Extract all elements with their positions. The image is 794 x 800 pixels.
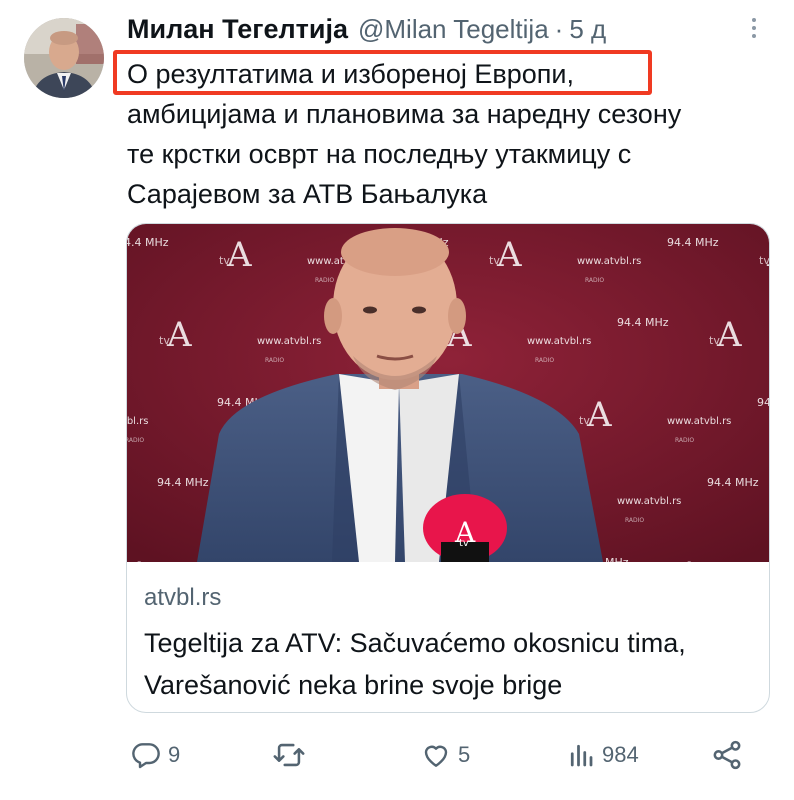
avatar[interactable]: [24, 18, 104, 98]
backdrop-logo-letter: A: [676, 555, 702, 562]
backdrop-radio: RADIO: [585, 277, 604, 284]
views-icon: [570, 744, 593, 767]
backdrop-site: www.atvbl.rs: [617, 496, 681, 507]
backdrop-frequency: 94.4 MHz: [757, 396, 770, 409]
backdrop-radio: RADIO: [265, 357, 284, 364]
backdrop-logo-sub: tv: [159, 334, 170, 347]
backdrop-radio: RADIO: [675, 437, 694, 444]
backdrop-logo-letter: A: [586, 395, 612, 435]
backdrop-frequency: 94.4 MHz: [667, 236, 719, 249]
retweet-icon: [273, 743, 305, 767]
link-card[interactable]: 94.4 MHz Atv www.atvbl.rs RADIO 94.4 MHz Atv w…: [126, 223, 770, 713]
views-button[interactable]: 984: [566, 733, 639, 777]
backdrop-logo-sub: tv: [709, 334, 720, 347]
heart-icon: [424, 745, 448, 767]
tweet[interactable]: Милан Тегелтија @Milan Tegeltija · 5 д О…: [0, 0, 794, 800]
tweet-text: О резултатима и избореној Европи, амбици…: [127, 54, 767, 214]
backdrop-logo-sub: tv: [759, 254, 770, 267]
card-image[interactable]: 94.4 MHz Atv www.atvbl.rs RADIO 94.4 MHz Atv w…: [127, 224, 770, 562]
author-name[interactable]: Милан Тегелтија: [127, 14, 348, 45]
backdrop-site: tvbl.rs: [127, 416, 148, 427]
like-count: 5: [458, 742, 471, 767]
backdrop-logo-sub: tv: [579, 414, 590, 427]
backdrop-frequency: 94.4 MHz: [707, 476, 759, 489]
backdrop-frequency: 94.4 MHz: [127, 236, 169, 249]
tweet-header: Милан Тегелтија @Milan Tegeltija · 5 д: [127, 14, 606, 50]
backdrop-site: www.atvbl.rs: [577, 256, 641, 267]
mic-logo-sub: tv: [459, 538, 469, 549]
backdrop-logo-letter: A: [496, 235, 522, 275]
backdrop-radio: RADIO: [625, 517, 644, 524]
card-domain: atvbl.rs: [144, 584, 222, 611]
action-bar: 9 5 984: [126, 733, 770, 777]
backdrop-logo-sub: tv: [219, 254, 230, 267]
backdrop-site: www.atvbl.rs: [257, 336, 321, 347]
backdrop-logo-sub: tv: [489, 254, 500, 267]
backdrop-logo-letter: A: [226, 235, 252, 275]
share-button[interactable]: [710, 733, 744, 777]
backdrop-logo-letter: A: [127, 555, 152, 562]
tweet-text-line: О резултатима и избореној Европи,: [127, 59, 574, 89]
backdrop-radio: RADIO: [315, 277, 334, 284]
card-photo: 94.4 MHz Atv www.atvbl.rs RADIO 94.4 MHz Atv w…: [127, 224, 770, 562]
backdrop-logo-letter: A: [166, 315, 192, 355]
retweet-button[interactable]: [272, 733, 312, 777]
more-dots-icon[interactable]: [740, 14, 768, 42]
like-button[interactable]: 5: [420, 733, 470, 777]
avatar-photo: [24, 18, 104, 98]
tweet-text-line: те крстки осврт на последњу утакмицу с: [127, 139, 632, 169]
views-count: 984: [602, 742, 639, 767]
reply-count: 9: [168, 742, 181, 767]
reply-button[interactable]: 9: [130, 733, 180, 777]
backdrop-frequency: 94.4 MHz: [157, 476, 209, 489]
backdrop-radio: RADIO: [127, 437, 144, 444]
tweet-text-line: амбицијама и плановима за наредну сезону: [127, 99, 682, 129]
share-icon: [713, 740, 741, 770]
tweet-text-line: Сарајевом за АТВ Бањалука: [127, 179, 488, 209]
backdrop-site: www.atvbl.rs: [527, 336, 591, 347]
backdrop-site: www.atvbl.rs: [667, 416, 731, 427]
card-title: Tegeltija za ATV: Sačuvaćemo okosnicu ti…: [144, 628, 686, 700]
separator-dot: ·: [554, 14, 564, 44]
backdrop-radio: RADIO: [535, 357, 554, 364]
backdrop-logo-letter: A: [716, 315, 742, 355]
backdrop-frequency: 94.4 MHz: [617, 316, 669, 329]
author-handle[interactable]: @Milan Tegeltija: [358, 14, 549, 45]
reply-icon: [132, 743, 160, 769]
timestamp[interactable]: 5 д: [569, 14, 606, 45]
